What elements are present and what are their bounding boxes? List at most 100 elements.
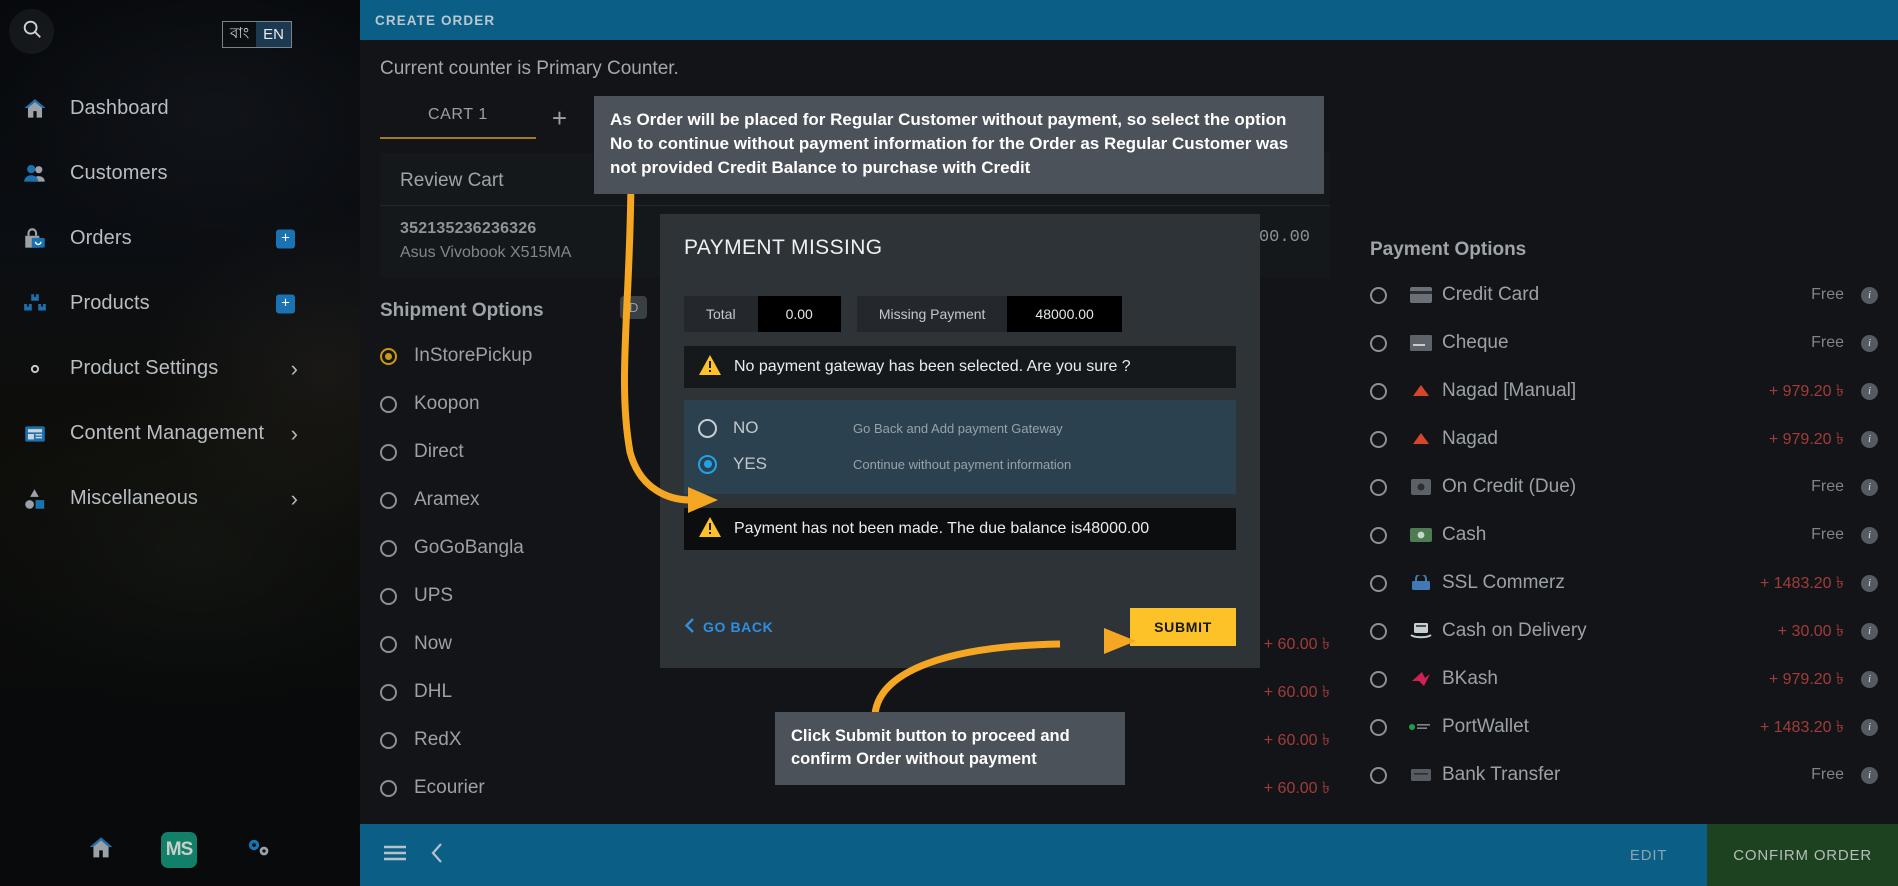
shipment-option-price: + 60.00 ৳ (1263, 635, 1330, 653)
info-icon[interactable]: i (1861, 382, 1878, 400)
choice-no-label: NO (733, 418, 759, 437)
radio-payment-on-credit-due[interactable] (1370, 478, 1387, 496)
payment-option-price: Free (1811, 334, 1844, 351)
warning-icon (698, 354, 722, 381)
info-icon[interactable]: i (1861, 286, 1878, 304)
radio-shipment-gogobangla[interactable] (380, 539, 397, 557)
info-icon[interactable]: i (1861, 574, 1878, 592)
radio-shipment-redx[interactable] (380, 731, 397, 749)
shipment-option-row[interactable]: DHL + 60.00 ৳ (380, 668, 1330, 716)
radio-shipment-ecourier[interactable] (380, 779, 397, 797)
submit-button[interactable]: SUBMIT (1130, 608, 1236, 646)
sidebar-item-dashboard[interactable]: Dashboard (0, 76, 360, 141)
radio-payment-nagad-manual[interactable] (1370, 382, 1387, 400)
missing-payment-amount: Missing Payment 48000.00 (856, 296, 1122, 332)
radio-shipment-instorepickup[interactable] (380, 347, 397, 365)
payment-option-price: Free (1811, 286, 1844, 303)
add-cart-button[interactable]: + (552, 105, 567, 131)
warning-due-balance: Payment has not been made. The due balan… (684, 508, 1236, 550)
amounts-row: Total 0.00 Missing Payment 48000.00 (684, 296, 1236, 332)
home-icon (22, 96, 64, 122)
bottom-bar: EDIT CONFIRM ORDER (360, 824, 1898, 886)
payment-option-row[interactable]: Credit Card Free i (1370, 271, 1878, 319)
home-icon[interactable] (87, 834, 115, 867)
app-logo[interactable]: MS (161, 832, 197, 868)
choice-no[interactable]: NO Go Back and Add payment Gateway (684, 410, 1236, 446)
payment-option-row[interactable]: On Credit (Due) Free i (1370, 463, 1878, 511)
bag-icon (22, 226, 64, 252)
radio-shipment-dhl[interactable] (380, 683, 397, 701)
radio-payment-cheque[interactable] (1370, 334, 1387, 352)
sidebar-item-products[interactable]: Products + (0, 271, 360, 336)
radio-payment-portwallet[interactable] (1370, 718, 1387, 736)
payment-option-row[interactable]: Nagad [Manual] + 979.20 ৳ i (1370, 367, 1878, 415)
confirm-order-button[interactable]: CONFIRM ORDER (1707, 824, 1898, 886)
sidebar-item-miscellaneous[interactable]: Miscellaneous › (0, 466, 360, 531)
payment-options-title: Payment Options (1370, 239, 1527, 260)
page-title: CREATE ORDER (375, 12, 496, 28)
language-option-english[interactable]: EN (256, 22, 291, 47)
edit-button[interactable]: EDIT (1590, 824, 1707, 886)
payment-option-row[interactable]: Cash Free i (1370, 511, 1878, 559)
info-icon[interactable]: i (1861, 718, 1878, 736)
radio-payment-nagad[interactable] (1370, 430, 1387, 448)
tooltip-select-option: As Order will be placed for Regular Cust… (594, 96, 1324, 195)
radio-payment-cash[interactable] (1370, 526, 1387, 544)
radio-yes[interactable] (698, 454, 717, 474)
info-icon[interactable]: i (1861, 334, 1878, 352)
payment-option-row[interactable]: PortWallet + 1483.20 ৳ i (1370, 703, 1878, 751)
add-product-button[interactable]: + (276, 294, 295, 313)
sidebar-item-label: Miscellaneous (70, 487, 199, 509)
shipment-default-badge[interactable]: D (620, 296, 648, 319)
payment-option-label: BKash (1442, 668, 1498, 689)
warning-text: Payment has not been made. The due balan… (734, 520, 1150, 537)
info-icon[interactable]: i (1861, 766, 1878, 784)
radio-shipment-ups[interactable] (380, 587, 397, 605)
info-icon[interactable]: i (1861, 526, 1878, 544)
add-order-button[interactable]: + (276, 229, 295, 248)
chevron-right-icon: › (290, 485, 298, 511)
payment-option-price: Free (1811, 478, 1844, 495)
sidebar-item-orders[interactable]: Orders + (0, 206, 360, 271)
info-icon[interactable]: i (1861, 670, 1878, 688)
payment-option-row[interactable]: BKash + 979.20 ৳ i (1370, 655, 1878, 703)
counter-status-text: Current counter is Primary Counter. (380, 58, 679, 79)
cod-icon (1404, 622, 1438, 640)
payment-option-row[interactable]: Cash on Delivery + 30.00 ৳ i (1370, 607, 1878, 655)
radio-payment-ssl-commerz[interactable] (1370, 574, 1387, 592)
payment-option-row[interactable]: Nagad + 979.20 ৳ i (1370, 415, 1878, 463)
radio-shipment-now[interactable] (380, 635, 397, 653)
payment-option-row[interactable]: SSL Commerz + 1483.20 ৳ i (1370, 559, 1878, 607)
info-icon[interactable]: i (1861, 478, 1878, 496)
chevron-left-icon[interactable] (430, 842, 444, 869)
info-icon[interactable]: i (1861, 622, 1878, 640)
payment-option-row[interactable]: Cheque Free i (1370, 319, 1878, 367)
radio-payment-credit-card[interactable] (1370, 286, 1387, 304)
payment-option-row[interactable]: Bank Transfer Free i (1370, 751, 1878, 799)
info-icon[interactable]: i (1861, 430, 1878, 448)
sidebar-item-content-management[interactable]: Content Management › (0, 401, 360, 466)
radio-payment-cash-on-delivery[interactable] (1370, 622, 1387, 640)
nagad-icon (1404, 383, 1438, 399)
go-back-button[interactable]: GO BACK (684, 617, 773, 637)
radio-payment-bank-transfer[interactable] (1370, 766, 1387, 784)
shipment-option-label: InStorePickup (414, 345, 533, 366)
hamburger-icon[interactable] (382, 843, 408, 868)
radio-shipment-koopon[interactable] (380, 395, 397, 413)
radio-shipment-aramex[interactable] (380, 491, 397, 509)
sidebar-header: বাং EN (0, 0, 360, 62)
choice-yes[interactable]: YES Continue without payment information (684, 446, 1236, 482)
search-button[interactable] (9, 9, 54, 54)
gears-icon[interactable] (243, 835, 273, 866)
language-option-bangla[interactable]: বাং (223, 22, 256, 47)
sidebar-item-product-settings[interactable]: Product Settings › (0, 336, 360, 401)
go-back-label: GO BACK (703, 619, 774, 635)
radio-shipment-direct[interactable] (380, 443, 397, 461)
tab-cart-1[interactable]: CART 1 (380, 96, 536, 139)
radio-payment-bkash[interactable] (1370, 670, 1387, 688)
sidebar-item-customers[interactable]: Customers (0, 141, 360, 206)
sidebar: বাং EN Dashboard Customers Orders + Prod… (0, 0, 360, 886)
language-toggle[interactable]: বাং EN (222, 21, 292, 48)
radio-no[interactable] (698, 418, 717, 438)
cheque-icon (1404, 335, 1438, 351)
